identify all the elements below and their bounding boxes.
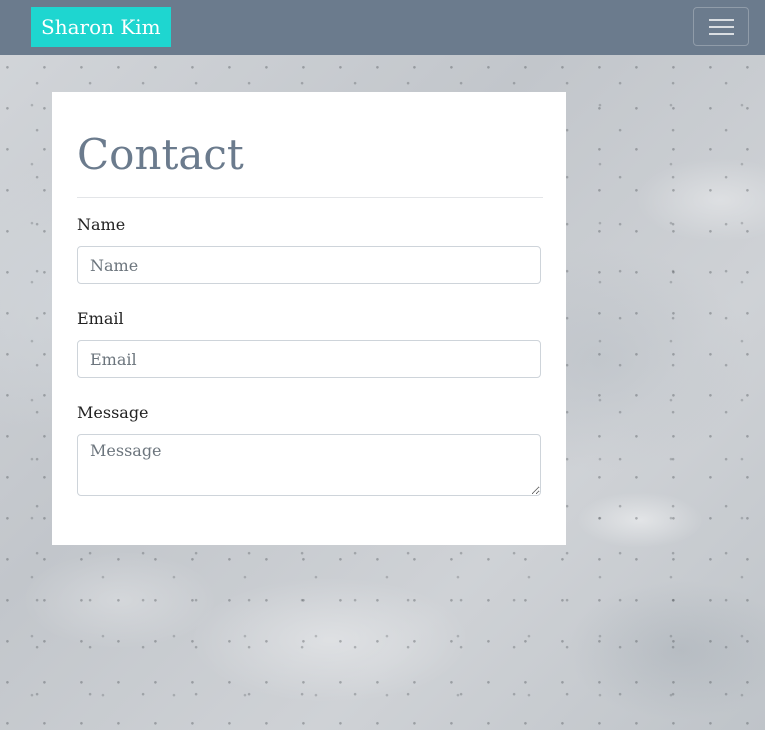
hamburger-menu-icon [709, 19, 734, 21]
page-title: Contact [77, 130, 244, 179]
hamburger-menu-icon [709, 33, 734, 35]
hamburger-menu-icon [709, 26, 734, 28]
email-input[interactable] [77, 340, 541, 378]
navbar-toggle-button[interactable] [693, 7, 749, 46]
name-input[interactable] [77, 246, 541, 284]
top-navbar: Sharon Kim [0, 0, 765, 55]
message-label: Message [77, 403, 149, 422]
email-label: Email [77, 309, 124, 328]
title-divider [77, 197, 543, 198]
message-textarea[interactable] [77, 434, 541, 496]
name-label: Name [77, 215, 126, 234]
brand-link[interactable]: Sharon Kim [31, 7, 171, 47]
contact-card: Contact Name Email Message [52, 92, 566, 545]
